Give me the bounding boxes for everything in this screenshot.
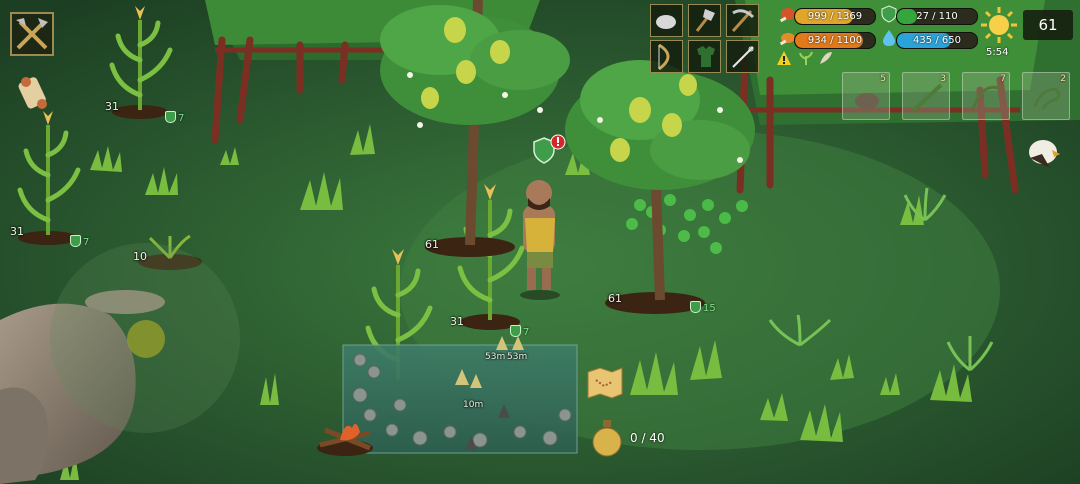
bow-icon bbox=[658, 43, 670, 71]
pickaxe-icon bbox=[731, 9, 755, 33]
tunic-icon bbox=[697, 46, 715, 67]
needle-icon bbox=[732, 46, 754, 68]
tree-age-label: 61 bbox=[608, 292, 622, 305]
armor-bar: 27 / 110 bbox=[896, 8, 978, 25]
equip-slot-bow[interactable] bbox=[650, 40, 683, 73]
vine-icon bbox=[1033, 87, 1061, 110]
equip-slot-stone[interactable] bbox=[650, 4, 683, 37]
quick-slot-4[interactable]: 2 bbox=[1022, 72, 1070, 120]
growth-shield-icon bbox=[165, 111, 176, 123]
energy-bar: 934 / 1100 bbox=[794, 32, 876, 49]
rope-icon bbox=[971, 85, 1002, 110]
flask-capacity: 0 / 40 bbox=[630, 431, 665, 445]
plant-growth-label: 7 bbox=[510, 325, 529, 338]
growth-shield-icon bbox=[70, 235, 81, 247]
feather-buff-icon bbox=[818, 50, 834, 66]
crossed-tools-icon bbox=[16, 18, 48, 50]
growth-shield-icon bbox=[510, 325, 521, 337]
pond bbox=[342, 336, 578, 454]
gourd-flask-icon bbox=[592, 420, 622, 457]
plant-age-label: 31 bbox=[105, 100, 119, 113]
quick-slot-1[interactable]: 5 bbox=[842, 72, 890, 120]
stone-icon bbox=[855, 93, 879, 109]
day-counter: 61 bbox=[1023, 10, 1073, 40]
quick-slot-2[interactable]: 3 bbox=[902, 72, 950, 120]
stone-icon bbox=[656, 15, 676, 29]
food-bar: 999 / 1369 bbox=[794, 8, 876, 25]
plant-buff-icon bbox=[798, 50, 814, 66]
sun-icon bbox=[980, 6, 1018, 44]
equip-slot-needle[interactable] bbox=[726, 40, 759, 73]
pond-timer-label: 53m bbox=[485, 352, 506, 362]
treasure-map-button[interactable] bbox=[584, 364, 626, 402]
plant-age-label: 31 bbox=[10, 225, 24, 238]
pond-timer-label: 10m bbox=[463, 400, 484, 410]
pond-timer-label: 53m bbox=[507, 352, 528, 362]
quick-slot-3[interactable]: 7 bbox=[962, 72, 1010, 120]
growth-shield-icon bbox=[690, 301, 701, 313]
water-bar: 435 / 650 bbox=[896, 32, 978, 49]
plant-growth-label: 7 bbox=[70, 235, 89, 248]
stone-axe-icon bbox=[695, 9, 715, 32]
joystick-knob[interactable] bbox=[127, 320, 165, 358]
shield-alert-icon[interactable] bbox=[532, 134, 566, 166]
crafting-button[interactable] bbox=[10, 12, 54, 56]
equip-slot-pick[interactable] bbox=[726, 4, 759, 37]
scroll-icon bbox=[18, 77, 47, 109]
tree-age-label: 61 bbox=[425, 238, 439, 251]
warning-icon[interactable] bbox=[776, 50, 792, 66]
treasure-map-icon bbox=[587, 367, 623, 399]
plant-age-label: 10 bbox=[133, 250, 147, 263]
plant-growth-label: 7 bbox=[165, 111, 184, 124]
stick-icon bbox=[911, 83, 943, 113]
time-of-day: 5:54 bbox=[986, 47, 1009, 58]
tree-growth-label: 15 bbox=[690, 301, 716, 314]
equip-slot-armor[interactable] bbox=[688, 40, 721, 73]
map-scroll-button[interactable] bbox=[12, 72, 56, 112]
equip-slot-axe[interactable] bbox=[688, 4, 721, 37]
plant-age-label: 31 bbox=[450, 315, 464, 328]
water-flask-button[interactable] bbox=[590, 418, 624, 458]
